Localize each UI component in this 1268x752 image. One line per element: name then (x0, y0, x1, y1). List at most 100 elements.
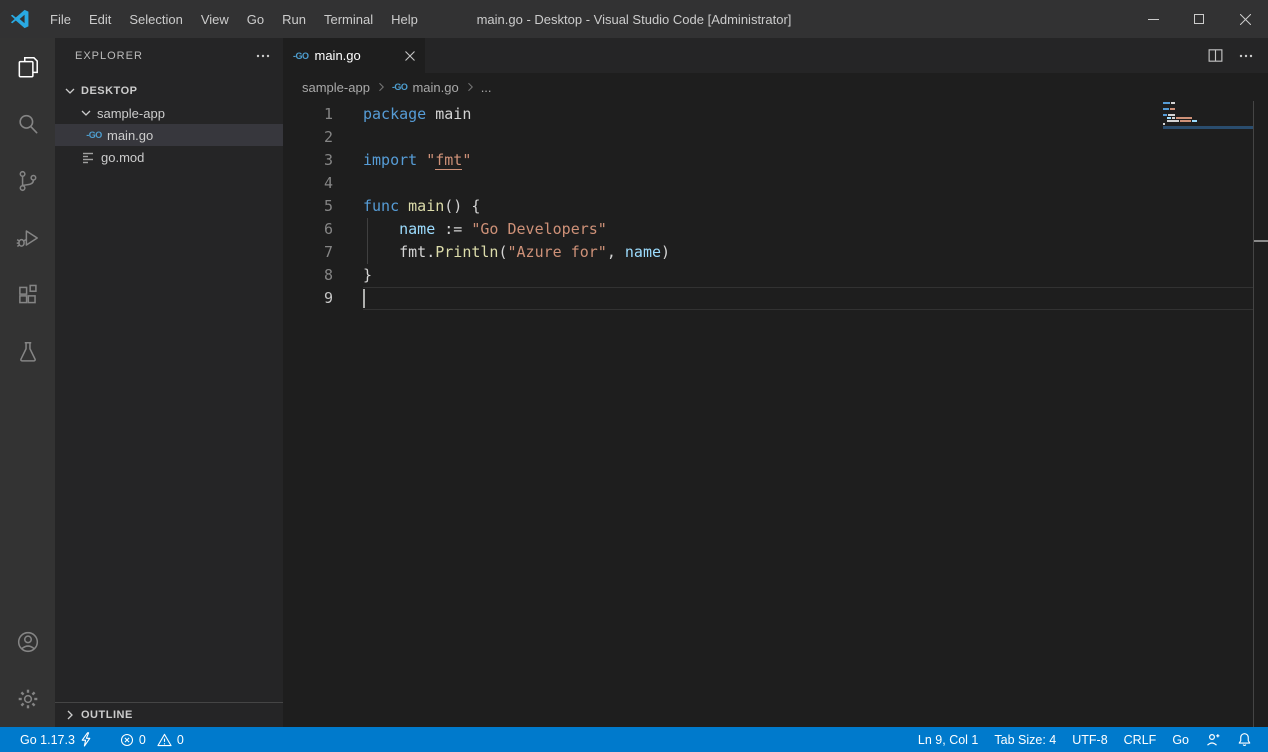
menu-view[interactable]: View (192, 12, 238, 27)
breadcrumb-item[interactable]: main.go (412, 80, 458, 95)
breadcrumb: sample-app -GO main.go ... (283, 73, 1268, 101)
testing-icon[interactable] (0, 323, 55, 380)
close-button[interactable] (1222, 0, 1268, 38)
editor-actions (1207, 38, 1268, 73)
tab-bar: -GO main.go (283, 38, 1268, 73)
minimap-code-segment (1163, 102, 1170, 104)
warning-count: 0 (177, 733, 184, 747)
status-item-ln-9-col-1[interactable]: Ln 9, Col 1 (910, 727, 986, 752)
status-item-tab-size-4[interactable]: Tab Size: 4 (986, 727, 1064, 752)
line-number: 4 (283, 172, 333, 195)
outline-section[interactable]: OUTLINE (55, 702, 283, 726)
menu-selection[interactable]: Selection (120, 12, 191, 27)
menu-file[interactable]: File (41, 12, 80, 27)
code-line[interactable]: 9 (283, 287, 1268, 310)
go-version-label: Go 1.17.3 (20, 733, 75, 747)
status-item-utf-8[interactable]: UTF-8 (1064, 727, 1115, 752)
bell-icon (1237, 732, 1252, 747)
run-and-debug-icon[interactable] (0, 209, 55, 266)
feedback-item[interactable] (1197, 727, 1229, 752)
chevron-down-icon (62, 83, 78, 99)
explorer-more-actions-icon[interactable] (255, 48, 271, 64)
code-line[interactable]: 4 (283, 172, 1268, 195)
explorer-icon[interactable] (0, 38, 55, 95)
notifications-item[interactable] (1229, 727, 1260, 752)
status-item-go[interactable]: Go (1164, 727, 1197, 752)
section-title: DESKTOP (81, 85, 137, 97)
minimap-code-segment (1176, 117, 1192, 119)
vscode-logo-icon (9, 8, 31, 30)
explorer-sidebar: EXPLORER DESKTOP sample-app -G (55, 38, 283, 727)
source-control-icon[interactable] (0, 152, 55, 209)
minimap-code-segment (1168, 114, 1175, 116)
split-editor-icon[interactable] (1207, 47, 1224, 64)
breadcrumb-item[interactable]: sample-app (302, 80, 370, 95)
status-bar: Go 1.17.3 0 0 (0, 727, 1268, 752)
line-number: 3 (283, 149, 333, 172)
error-icon (120, 733, 134, 747)
feedback-icon (1205, 732, 1221, 747)
go-version-item[interactable]: Go 1.17.3 (12, 727, 100, 752)
tree-item-go-mod[interactable]: go.mod (55, 146, 283, 168)
window-controls (1130, 0, 1268, 38)
minimap-code-segment (1163, 114, 1167, 116)
code-line[interactable]: 2 (283, 126, 1268, 149)
problems-item[interactable]: 0 0 (112, 727, 192, 752)
go-file-icon: -GO (392, 82, 408, 92)
line-number: 9 (283, 287, 333, 310)
file-label: main.go (107, 128, 153, 143)
tab-close-icon[interactable] (405, 51, 415, 61)
error-count: 0 (139, 733, 146, 747)
sidebar-header: EXPLORER (55, 38, 283, 73)
line-number: 1 (283, 103, 333, 126)
menu-go[interactable]: Go (238, 12, 273, 27)
line-number: 6 (283, 218, 333, 241)
outline-title: OUTLINE (81, 709, 133, 721)
chevron-down-icon (78, 105, 94, 121)
line-number: 5 (283, 195, 333, 218)
menu-terminal[interactable]: Terminal (315, 12, 382, 27)
menu-run[interactable]: Run (273, 12, 315, 27)
window-title: main.go - Desktop - Visual Studio Code [… (477, 12, 792, 27)
minimap-code-segment (1167, 120, 1179, 122)
menu-edit[interactable]: Edit (80, 12, 120, 27)
editor-group: -GO main.go sample- (283, 38, 1268, 727)
more-actions-icon[interactable] (1238, 48, 1254, 64)
go-file-icon: -GO (86, 130, 102, 140)
activity-bar (0, 38, 55, 727)
go-file-icon: -GO (293, 51, 309, 61)
maximize-button[interactable] (1176, 0, 1222, 38)
file-tree: DESKTOP sample-app -GO main.go (55, 80, 283, 168)
section-desktop[interactable]: DESKTOP (55, 80, 283, 102)
settings-gear-icon[interactable] (0, 670, 55, 727)
code-line[interactable]: 6 name := "Go Developers" (283, 218, 1268, 241)
minimap-code-segment (1170, 108, 1175, 110)
code-line[interactable]: 8} (283, 264, 1268, 287)
tree-item-sample-app[interactable]: sample-app (55, 102, 283, 124)
minimize-button[interactable] (1130, 0, 1176, 38)
tab-main-go[interactable]: -GO main.go (283, 38, 425, 73)
tree-item-main-go[interactable]: -GO main.go (55, 124, 283, 146)
extensions-icon[interactable] (0, 266, 55, 323)
minimap[interactable] (1163, 102, 1253, 142)
chevron-right-icon (375, 81, 387, 93)
minimap-code-segment (1172, 117, 1175, 119)
code-line[interactable]: 1package main (283, 103, 1268, 126)
code-line[interactable]: 7 fmt.Println("Azure for", name) (283, 241, 1268, 264)
file-label: go.mod (101, 150, 144, 165)
breadcrumb-item[interactable]: ... (481, 80, 492, 95)
code-editor[interactable]: 1package main23import "fmt"45func main()… (283, 101, 1268, 727)
code-line[interactable]: 5func main() { (283, 195, 1268, 218)
menu-help[interactable]: Help (382, 12, 427, 27)
search-icon[interactable] (0, 95, 55, 152)
line-number: 2 (283, 126, 333, 149)
text-cursor (363, 289, 365, 308)
warning-icon (157, 733, 172, 747)
sidebar-title: EXPLORER (75, 50, 143, 62)
status-left: Go 1.17.3 0 0 (12, 727, 192, 752)
menu-bar: FileEditSelectionViewGoRunTerminalHelp (41, 0, 427, 38)
status-right: Ln 9, Col 1Tab Size: 4UTF-8CRLFGo (910, 727, 1260, 752)
accounts-icon[interactable] (0, 613, 55, 670)
status-item-crlf[interactable]: CRLF (1116, 727, 1165, 752)
code-line[interactable]: 3import "fmt" (283, 149, 1268, 172)
